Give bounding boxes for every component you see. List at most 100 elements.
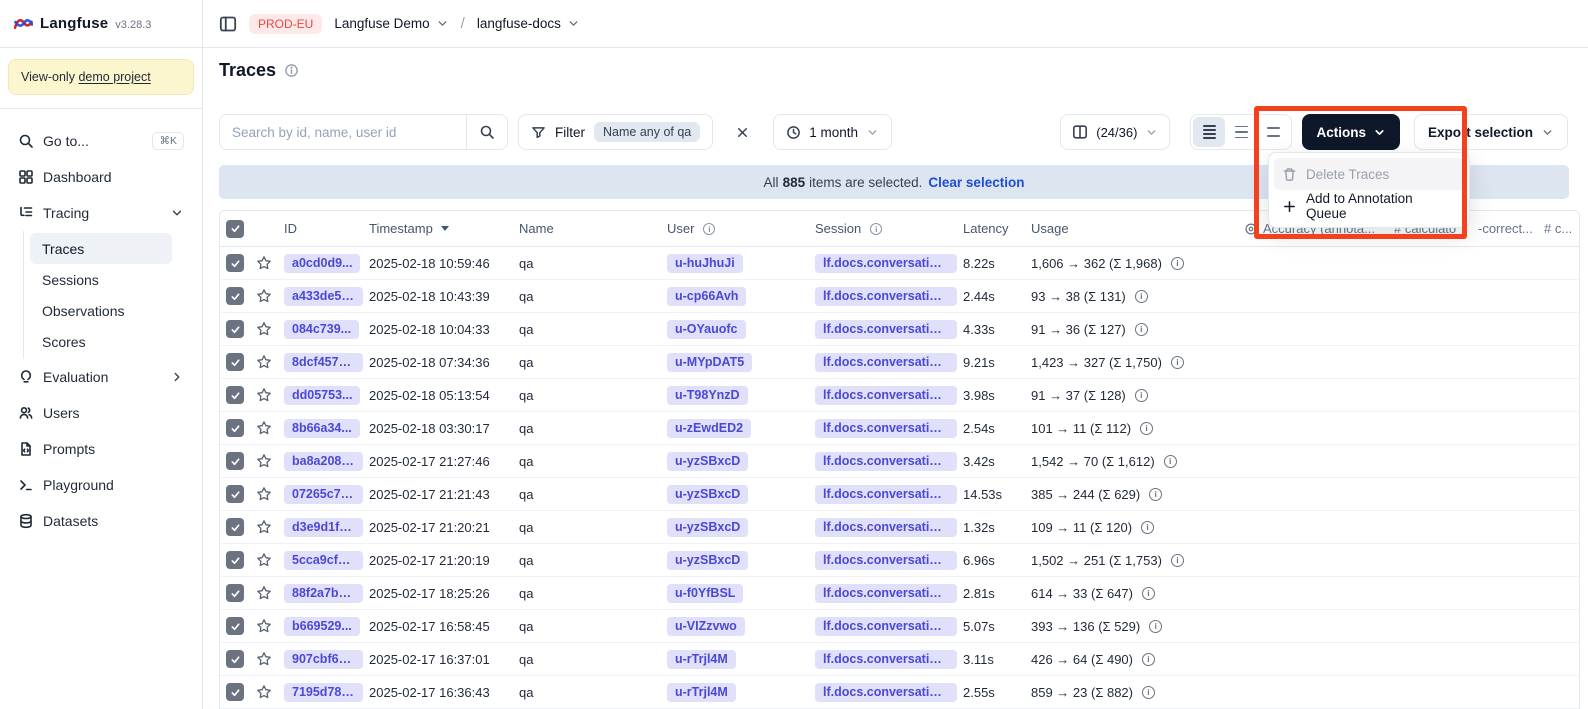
row-checkbox[interactable] xyxy=(226,452,244,470)
trace-id-badge[interactable]: d3e9d1f2... xyxy=(284,518,363,537)
info-icon[interactable] xyxy=(1171,554,1184,567)
header-usage[interactable]: Usage xyxy=(1025,221,1240,236)
user-badge[interactable]: u-huJhuJi xyxy=(667,254,743,273)
table-row[interactable]: 5cca9cf2... 2025-02-17 21:20:19 qa u-yzS… xyxy=(220,544,1579,577)
sidebar-item-traces[interactable]: Traces xyxy=(30,233,172,264)
user-badge[interactable]: u-yzSBxcD xyxy=(667,551,748,570)
header-timestamp[interactable]: Timestamp xyxy=(363,221,513,236)
time-range-selector[interactable]: 1 month xyxy=(773,114,892,150)
sidebar-item-evaluation[interactable]: Evaluation xyxy=(10,359,192,395)
info-icon[interactable] xyxy=(1135,290,1148,303)
info-icon[interactable] xyxy=(1171,356,1184,369)
user-badge[interactable]: u-yzSBxcD xyxy=(667,485,748,504)
table-row[interactable]: 8b66a34... 2025-02-18 03:30:17 qa u-zEwd… xyxy=(220,412,1579,445)
table-row[interactable]: 07265c7a... 2025-02-17 21:21:43 qa u-yzS… xyxy=(220,478,1579,511)
org-selector[interactable]: Langfuse Demo xyxy=(334,16,448,31)
sidebar-item-sessions[interactable]: Sessions xyxy=(30,264,172,295)
header-session[interactable]: Session xyxy=(809,221,957,236)
info-icon[interactable] xyxy=(1171,257,1184,270)
clear-selection-link[interactable]: Clear selection xyxy=(928,175,1024,190)
header-user[interactable]: User xyxy=(661,221,809,236)
row-checkbox[interactable] xyxy=(226,254,244,272)
session-badge[interactable]: lf.docs.conversation... xyxy=(815,320,957,339)
table-row[interactable]: b669529... 2025-02-17 16:58:45 qa u-VIZz… xyxy=(220,610,1579,643)
session-badge[interactable]: lf.docs.conversation... xyxy=(815,254,957,273)
row-checkbox[interactable] xyxy=(226,419,244,437)
session-badge[interactable]: lf.docs.conversation.... xyxy=(815,683,957,702)
row-checkbox[interactable] xyxy=(226,683,244,701)
info-icon[interactable] xyxy=(1142,686,1155,699)
row-checkbox[interactable] xyxy=(226,353,244,371)
table-row[interactable]: d3e9d1f2... 2025-02-17 21:20:21 qa u-yzS… xyxy=(220,511,1579,544)
menu-item-delete-traces[interactable]: Delete Traces xyxy=(1274,158,1464,190)
star-icon[interactable] xyxy=(256,453,272,469)
user-badge[interactable]: u-VIZzvwo xyxy=(667,617,745,636)
session-badge[interactable]: lf.docs.conversation.... xyxy=(815,386,957,405)
export-selection-button[interactable]: Export selection xyxy=(1414,114,1568,150)
user-badge[interactable]: u-OYauofc xyxy=(667,320,746,339)
filter-button[interactable]: Filter Name any of qa xyxy=(518,114,713,150)
row-checkbox[interactable] xyxy=(226,320,244,338)
row-height-large-button[interactable] xyxy=(1257,117,1289,147)
table-row[interactable]: ba8a208f... 2025-02-17 21:27:46 qa u-yzS… xyxy=(220,445,1579,478)
session-badge[interactable]: lf.docs.conversation... xyxy=(815,287,957,306)
star-icon[interactable] xyxy=(256,552,272,568)
header-name[interactable]: Name xyxy=(513,221,661,236)
trace-id-badge[interactable]: a433de51... xyxy=(284,287,363,306)
trace-id-badge[interactable]: a0cd0d9... xyxy=(284,254,360,273)
info-icon[interactable] xyxy=(1142,653,1155,666)
user-badge[interactable]: u-MYpDAT5 xyxy=(667,353,752,372)
trace-id-badge[interactable]: b669529... xyxy=(284,617,360,636)
star-icon[interactable] xyxy=(256,288,272,304)
trace-id-badge[interactable]: 907cbf6e... xyxy=(284,650,363,669)
table-row[interactable]: 084c739... 2025-02-18 10:04:33 qa u-OYau… xyxy=(220,313,1579,346)
menu-item-add-to-annotation-queue[interactable]: Add to Annotation Queue xyxy=(1274,190,1464,222)
trace-id-badge[interactable]: dd05753... xyxy=(284,386,360,405)
trace-id-badge[interactable]: ba8a208f... xyxy=(284,452,363,471)
table-row[interactable]: 88f2a7b0... 2025-02-17 18:25:26 qa u-f0Y… xyxy=(220,577,1579,610)
actions-button[interactable]: Actions xyxy=(1302,114,1400,150)
user-badge[interactable]: u-rTrjl4M xyxy=(667,683,736,702)
search-input[interactable] xyxy=(220,115,466,149)
star-icon[interactable] xyxy=(256,486,272,502)
sidebar-item-observations[interactable]: Observations xyxy=(30,295,172,326)
row-checkbox[interactable] xyxy=(226,551,244,569)
star-icon[interactable] xyxy=(256,519,272,535)
session-badge[interactable]: lf.docs.conversation... xyxy=(815,419,957,438)
session-badge[interactable]: lf.docs.conversation... xyxy=(815,518,957,537)
star-icon[interactable] xyxy=(256,651,272,667)
star-icon[interactable] xyxy=(256,684,272,700)
panel-left-icon[interactable] xyxy=(219,15,237,33)
user-badge[interactable]: u-zEwdED2 xyxy=(667,419,751,438)
search-submit-button[interactable] xyxy=(466,115,507,149)
star-icon[interactable] xyxy=(256,420,272,436)
star-icon[interactable] xyxy=(256,585,272,601)
info-icon[interactable] xyxy=(1142,587,1155,600)
session-badge[interactable]: lf.docs.conversation... xyxy=(815,485,957,504)
info-icon[interactable] xyxy=(284,63,299,78)
user-badge[interactable]: u-rTrjl4M xyxy=(667,650,736,669)
row-checkbox[interactable] xyxy=(226,617,244,635)
info-icon[interactable] xyxy=(1141,521,1154,534)
row-checkbox[interactable] xyxy=(226,287,244,305)
trace-id-badge[interactable]: 88f2a7b0... xyxy=(284,584,363,603)
demo-project-link[interactable]: demo project xyxy=(78,70,150,84)
star-icon[interactable] xyxy=(256,354,272,370)
row-checkbox[interactable] xyxy=(226,518,244,536)
sidebar-item-tracing[interactable]: Tracing xyxy=(10,195,192,231)
sidebar-item-datasets[interactable]: Datasets xyxy=(10,503,192,539)
row-height-small-button[interactable] xyxy=(1193,117,1225,147)
star-icon[interactable] xyxy=(256,618,272,634)
header-latency[interactable]: Latency xyxy=(957,221,1025,236)
info-icon[interactable] xyxy=(1140,422,1153,435)
info-icon[interactable] xyxy=(1135,389,1148,402)
row-checkbox[interactable] xyxy=(226,584,244,602)
info-icon[interactable] xyxy=(1149,620,1162,633)
header-score-correct[interactable]: -correct... xyxy=(1474,221,1540,236)
table-row[interactable]: a433de51... 2025-02-18 10:43:39 qa u-cp6… xyxy=(220,280,1579,313)
info-icon[interactable] xyxy=(1135,323,1148,336)
user-badge[interactable]: u-T98YnzD xyxy=(667,386,748,405)
user-badge[interactable]: u-yzSBxcD xyxy=(667,452,748,471)
trace-id-badge[interactable]: 8b66a34... xyxy=(284,419,360,438)
row-checkbox[interactable] xyxy=(226,386,244,404)
